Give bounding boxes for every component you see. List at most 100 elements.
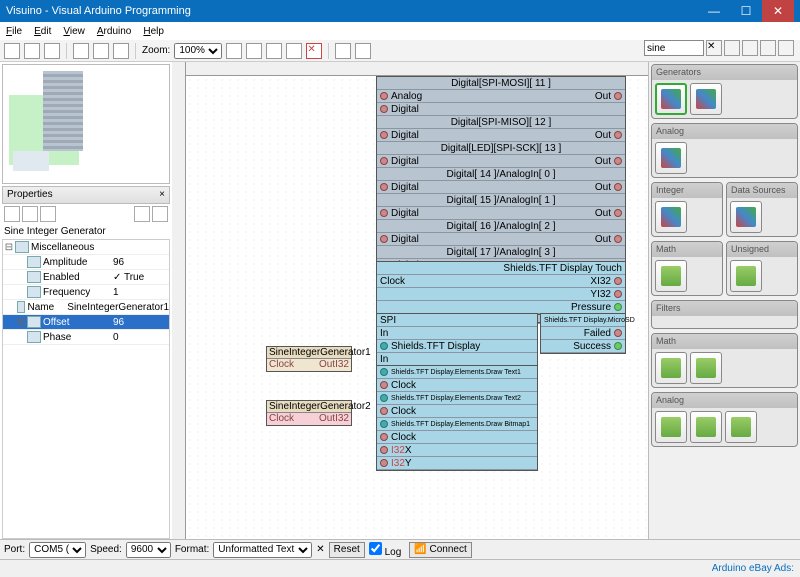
property-row[interactable]: Phase0 — [3, 330, 169, 345]
element-clock[interactable]: Clock — [377, 379, 537, 392]
zoom-out-icon[interactable] — [246, 43, 262, 59]
search-filter4-icon[interactable] — [778, 40, 794, 56]
search-filter1-icon[interactable] — [724, 40, 740, 56]
prop-tool3-icon[interactable] — [40, 206, 56, 222]
sine-generator-1[interactable]: SineIntegerGenerator1 ClockOutI32 — [266, 346, 352, 372]
palette-item[interactable] — [730, 201, 762, 233]
element-clock[interactable]: Clock — [377, 431, 537, 444]
palette-filters: Filters — [651, 300, 798, 329]
menu-view[interactable]: View — [63, 26, 85, 37]
save-icon[interactable] — [44, 43, 60, 59]
tft-touch-shield[interactable]: Shields.TFT Display Touch ClockXI32 YI32… — [376, 261, 626, 315]
pin-row[interactable]: DigitalOut — [377, 207, 625, 220]
pin-header: Digital[LED][SPI-SCK][ 13 ] — [377, 142, 625, 155]
palette-datasources: Data Sources — [726, 182, 798, 237]
prop-tool5-icon[interactable] — [152, 206, 168, 222]
cut-icon[interactable] — [286, 43, 302, 59]
prop-group[interactable]: ⊟ Miscellaneous — [3, 240, 169, 255]
search-filter3-icon[interactable] — [760, 40, 776, 56]
palette-item[interactable] — [655, 260, 687, 292]
palette-item[interactable] — [730, 260, 762, 292]
menu-edit[interactable]: Edit — [34, 26, 51, 37]
overview-map[interactable] — [2, 64, 170, 184]
element-row[interactable]: Shields.TFT Display.Elements.Draw Text1 — [377, 366, 537, 379]
zoom-select[interactable]: 100% — [174, 43, 222, 59]
prop-tool1-icon[interactable] — [4, 206, 20, 222]
search-clear-icon[interactable]: ✕ — [706, 40, 722, 56]
component-palette[interactable]: Generators Analog Integer Data Sources M… — [648, 62, 800, 539]
pin-header: Digital[ 17 ]/AnalogIn[ 3 ] — [377, 246, 625, 259]
upload-icon[interactable] — [355, 43, 371, 59]
grid-icon[interactable] — [73, 43, 89, 59]
palette-item-sine-integer[interactable] — [655, 83, 687, 115]
menu-file[interactable]: File — [6, 26, 22, 37]
zoom-in-icon[interactable] — [226, 43, 242, 59]
view-icon[interactable] — [93, 43, 109, 59]
properties-header: Properties × — [2, 186, 170, 204]
search-row: ✕ — [644, 40, 794, 56]
prop-tool4-icon[interactable] — [134, 206, 150, 222]
property-row[interactable]: Enabled✓ True — [3, 270, 169, 285]
layers-icon[interactable] — [113, 43, 129, 59]
format-label: Format: — [175, 544, 209, 555]
speed-label: Speed: — [90, 544, 122, 555]
design-canvas[interactable]: SineIntegerGenerator1 ClockOutI32 SineIn… — [172, 62, 648, 539]
menu-help[interactable]: Help — [143, 26, 164, 37]
sine-generator-2[interactable]: SineIntegerGenerator2 ClockOutI32 — [266, 400, 352, 426]
format-select[interactable]: Unformatted Text — [213, 542, 312, 558]
palette-item[interactable] — [655, 411, 687, 443]
close-button[interactable]: ✕ — [762, 0, 794, 22]
prop-tool2-icon[interactable] — [22, 206, 38, 222]
speed-select[interactable]: 9600 — [126, 542, 171, 558]
palette-item-unsigned[interactable] — [690, 83, 722, 115]
zoom-fit-icon[interactable] — [266, 43, 282, 59]
new-icon[interactable] — [4, 43, 20, 59]
minimize-button[interactable]: — — [698, 0, 730, 22]
element-row[interactable]: Shields.TFT Display.Elements.Draw Text2 — [377, 392, 537, 405]
ruler-horizontal — [172, 62, 648, 76]
palette-generators: Generators — [651, 64, 798, 119]
arduino-ads-link[interactable]: Arduino eBay Ads: — [712, 563, 794, 574]
property-row[interactable]: Frequency1 — [3, 285, 169, 300]
menu-arduino[interactable]: Arduino — [97, 26, 131, 37]
port-label: Port: — [4, 544, 25, 555]
pin-row[interactable]: DigitalOut — [377, 129, 625, 142]
arduino-icon[interactable] — [335, 43, 351, 59]
properties-tree[interactable]: ⊟ Miscellaneous Amplitude96Enabled✓ True… — [2, 239, 170, 539]
tft-elements[interactable]: Shields.TFT Display.Elements.Draw Text1C… — [376, 365, 538, 471]
search-input[interactable] — [644, 40, 704, 56]
palette-item[interactable] — [655, 201, 687, 233]
tft-display[interactable]: SPI In Shields.TFT Display In — [376, 313, 538, 367]
palette-item[interactable] — [690, 411, 722, 443]
log-checkbox[interactable]: Log — [369, 542, 401, 558]
palette-integer: Integer — [651, 182, 723, 237]
search-filter2-icon[interactable] — [742, 40, 758, 56]
property-row[interactable]: ⊞Offset96 — [3, 315, 169, 330]
pin-row[interactable]: DigitalOut — [377, 233, 625, 246]
window-title: Visuino - Visual Arduino Programming — [6, 5, 698, 17]
open-icon[interactable] — [24, 43, 40, 59]
component-name: Sine Integer Generator — [0, 224, 172, 239]
pin-row[interactable]: DigitalOut — [377, 155, 625, 168]
port-select[interactable]: COM5 ( — [29, 542, 86, 558]
delete-icon[interactable]: ✕ — [306, 43, 322, 59]
left-sidebar: Properties × Sine Integer Generator ⊟ Mi… — [0, 62, 172, 539]
maximize-button[interactable]: ☐ — [730, 0, 762, 22]
palette-item[interactable] — [655, 352, 687, 384]
palette-item[interactable] — [690, 352, 722, 384]
reset-button[interactable]: Reset — [329, 542, 365, 558]
clear-icon[interactable]: ✕ — [316, 544, 324, 555]
property-row[interactable]: NameSineIntegerGenerator1 — [3, 300, 169, 315]
properties-close-icon[interactable]: × — [159, 187, 165, 203]
property-row[interactable]: Amplitude96 — [3, 255, 169, 270]
pin-row[interactable]: DigitalOut — [377, 181, 625, 194]
palette-item[interactable] — [655, 142, 687, 174]
element-clock[interactable]: Clock — [377, 405, 537, 418]
pin-row[interactable]: Digital — [377, 103, 625, 116]
connect-button[interactable]: 📶 Connect — [409, 542, 471, 558]
element-row[interactable]: Shields.TFT Display.Elements.Draw Bitmap… — [377, 418, 537, 431]
pin-row[interactable]: AnalogOut — [377, 90, 625, 103]
pin-header: Digital[ 16 ]/AnalogIn[ 2 ] — [377, 220, 625, 233]
tft-microsd[interactable]: Shields.TFT Display.MicroSD Failed Succe… — [540, 313, 626, 354]
palette-item[interactable] — [725, 411, 757, 443]
